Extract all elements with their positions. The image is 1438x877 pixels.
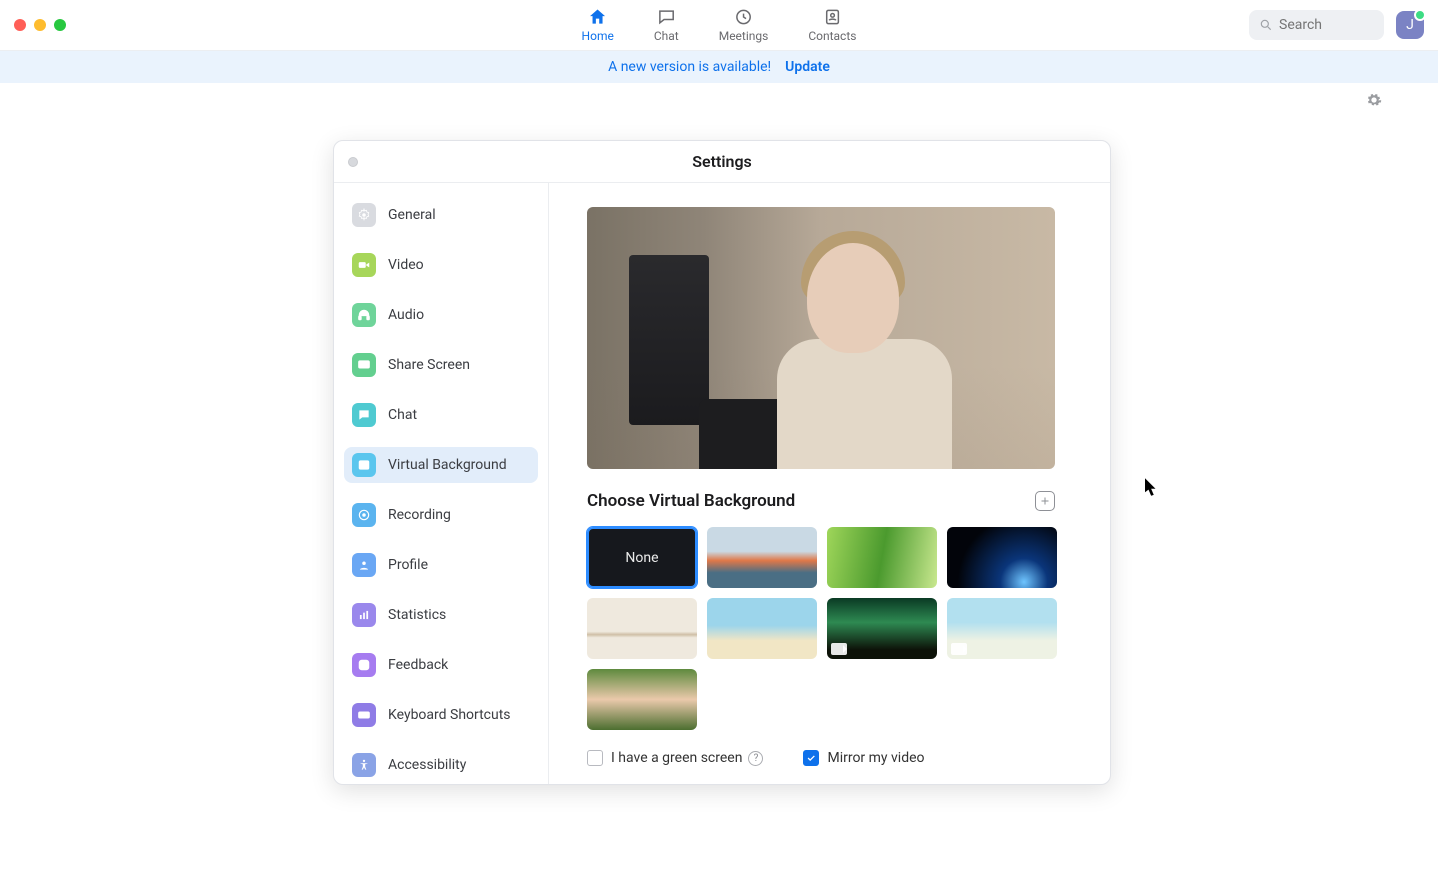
update-button[interactable]: Update — [785, 59, 830, 75]
sidebar-item-share-screen[interactable]: Share Screen — [344, 347, 538, 383]
video-preview — [587, 207, 1055, 469]
sidebar-item-keyboard-shortcuts[interactable]: Keyboard Shortcuts — [344, 697, 538, 733]
nav-label: Home — [582, 29, 614, 43]
stats-icon — [352, 603, 376, 627]
banner-message: A new version is available! — [608, 59, 771, 75]
sidebar-item-label: Accessibility — [388, 757, 466, 773]
bg-tile-palm[interactable] — [707, 598, 817, 659]
window-close[interactable] — [14, 19, 26, 31]
green-screen-checkbox[interactable]: I have a green screen ? — [587, 750, 763, 766]
settings-gear-button[interactable] — [1366, 92, 1382, 112]
settings-sidebar: General Video Audio Share Screen Chat Vi… — [334, 183, 549, 784]
options-row: I have a green screen ? Mirror my video — [587, 750, 1082, 766]
nav-label: Contacts — [808, 29, 856, 43]
sidebar-item-audio[interactable]: Audio — [344, 297, 538, 333]
background-grid: None — [587, 527, 1057, 730]
video-badge-icon — [951, 643, 967, 655]
window-close-dot[interactable] — [348, 157, 358, 167]
share-screen-icon — [352, 353, 376, 377]
bg-tile-earth[interactable] — [947, 527, 1057, 588]
checkbox-box — [803, 750, 819, 766]
main-nav: Home Chat Meetings Contacts — [582, 0, 857, 50]
chat-bubble-icon — [352, 403, 376, 427]
sidebar-item-general[interactable]: General — [344, 197, 538, 233]
section-title: Choose Virtual Background — [587, 491, 795, 511]
nav-label: Meetings — [719, 29, 769, 43]
nav-meetings[interactable]: Meetings — [719, 7, 769, 43]
sidebar-item-statistics[interactable]: Statistics — [344, 597, 538, 633]
help-icon[interactable]: ? — [748, 751, 763, 766]
window-traffic-lights — [14, 19, 66, 31]
contacts-icon — [822, 7, 842, 27]
video-icon — [352, 253, 376, 277]
app-topbar: Home Chat Meetings Contacts J — [0, 0, 1438, 51]
sidebar-item-label: Statistics — [388, 607, 446, 623]
add-background-button[interactable] — [1035, 491, 1055, 511]
nav-contacts[interactable]: Contacts — [808, 7, 856, 43]
search-input[interactable] — [1279, 17, 1369, 33]
sidebar-item-chat[interactable]: Chat — [344, 397, 538, 433]
section-header: Choose Virtual Background — [587, 491, 1055, 511]
sidebar-item-label: Video — [388, 257, 424, 273]
topbar-right: J — [1249, 10, 1424, 40]
bg-tile-room[interactable] — [587, 598, 697, 659]
sidebar-item-recording[interactable]: Recording — [344, 497, 538, 533]
settings-body: General Video Audio Share Screen Chat Vi… — [334, 183, 1110, 784]
bg-tile-aurora[interactable] — [827, 598, 937, 659]
settings-window-header: Settings — [334, 141, 1110, 183]
search-field[interactable] — [1249, 10, 1384, 40]
sidebar-item-label: Feedback — [388, 657, 448, 673]
clock-icon — [734, 7, 754, 27]
sidebar-item-label: Chat — [388, 407, 417, 423]
search-icon — [1259, 18, 1273, 32]
window-zoom[interactable] — [54, 19, 66, 31]
sidebar-item-label: General — [388, 207, 436, 223]
window-minimize[interactable] — [34, 19, 46, 31]
chat-icon — [656, 7, 676, 27]
record-icon — [352, 503, 376, 527]
person-icon — [352, 553, 376, 577]
image-icon — [352, 453, 376, 477]
sidebar-item-label: Profile — [388, 557, 428, 573]
sidebar-item-label: Recording — [388, 507, 451, 523]
sidebar-item-feedback[interactable]: Feedback — [344, 647, 538, 683]
bg-tile-grass[interactable] — [827, 527, 937, 588]
gear-icon — [1366, 92, 1382, 108]
nav-label: Chat — [654, 29, 679, 43]
smile-icon — [352, 653, 376, 677]
settings-window: Settings General Video Audio Share Scree… — [333, 140, 1111, 785]
settings-title: Settings — [692, 152, 752, 171]
sidebar-item-virtual-background[interactable]: Virtual Background — [344, 447, 538, 483]
bg-tile-none[interactable]: None — [587, 527, 697, 588]
nav-chat[interactable]: Chat — [654, 7, 679, 43]
bg-tile-custom-person[interactable] — [587, 669, 697, 730]
checkbox-box — [587, 750, 603, 766]
settings-content: Choose Virtual Background None — [549, 183, 1110, 784]
sidebar-item-video[interactable]: Video — [344, 247, 538, 283]
sidebar-item-label: Audio — [388, 307, 424, 323]
nav-home[interactable]: Home — [582, 7, 614, 43]
video-badge-icon — [831, 643, 847, 655]
mirror-video-checkbox[interactable]: Mirror my video — [803, 750, 924, 766]
sidebar-item-profile[interactable]: Profile — [344, 547, 538, 583]
update-banner: A new version is available! Update — [0, 51, 1438, 83]
sidebar-item-label: Keyboard Shortcuts — [388, 707, 511, 723]
keyboard-icon — [352, 703, 376, 727]
user-avatar[interactable]: J — [1396, 11, 1424, 39]
sidebar-item-label: Virtual Background — [388, 457, 507, 473]
accessibility-icon — [352, 753, 376, 777]
bg-tile-bridge[interactable] — [707, 527, 817, 588]
checkbox-label: I have a green screen — [611, 750, 742, 766]
bg-tile-beach[interactable] — [947, 598, 1057, 659]
sidebar-item-label: Share Screen — [388, 357, 470, 373]
sidebar-item-accessibility[interactable]: Accessibility — [344, 747, 538, 783]
plus-icon — [1039, 495, 1051, 507]
home-icon — [588, 7, 608, 27]
gear-icon — [352, 203, 376, 227]
headphones-icon — [352, 303, 376, 327]
mouse-cursor — [1145, 478, 1159, 500]
checkbox-label: Mirror my video — [827, 750, 924, 766]
